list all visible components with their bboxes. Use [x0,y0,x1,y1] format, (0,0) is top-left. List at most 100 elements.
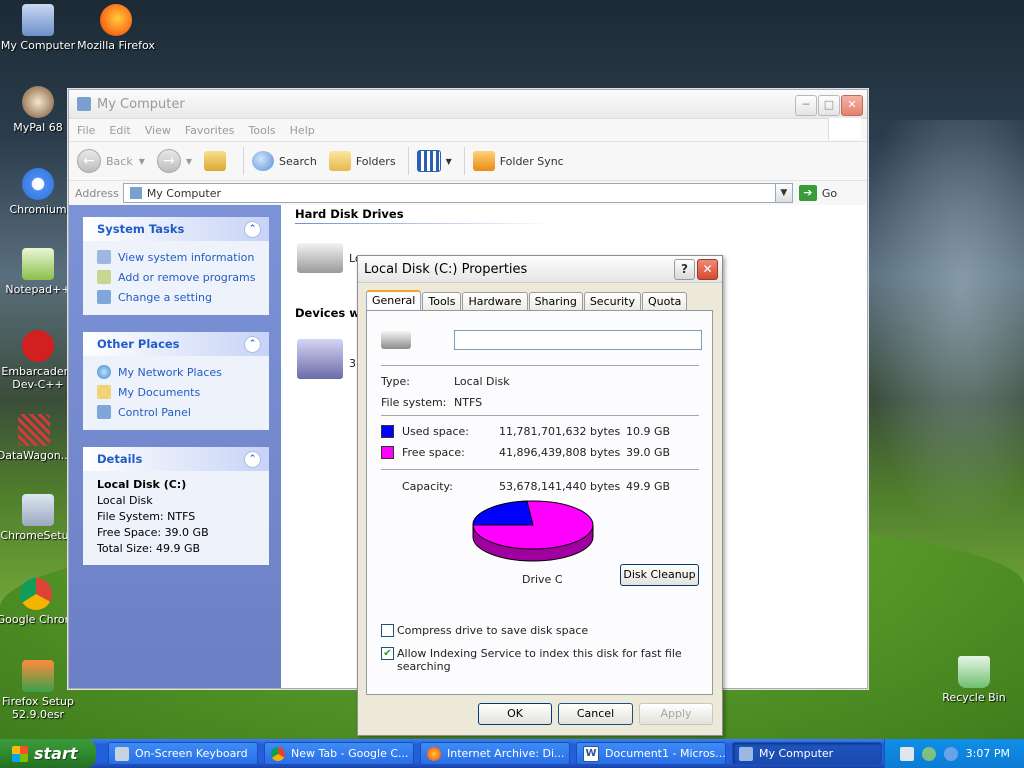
compress-label[interactable]: Compress drive to save disk space [397,624,588,637]
explorer-titlebar[interactable]: My Computer ─ □ ✕ [69,90,867,119]
link-view-system-information[interactable]: View system information [97,247,259,267]
other-places-header[interactable]: Other Places ⌃ [83,332,269,356]
disk-cleanup-button[interactable]: Disk Cleanup [620,564,699,586]
desktop-icon-firefox-setup[interactable]: Firefox Setup 52.9.0esr [0,660,78,721]
desktop-icon-google-chrome[interactable]: Google Chrom [0,578,76,626]
address-dropdown-button[interactable]: ▼ [774,183,793,203]
details-name: Local Disk (C:) [97,478,187,491]
panel-title: Details [97,452,143,466]
collapse-icon[interactable]: ⌃ [244,335,261,353]
go-button[interactable]: ➔ Go [798,185,838,201]
installer-icon [22,660,54,692]
folders-label: Folders [355,154,396,168]
link-control-panel[interactable]: Control Panel [97,402,259,422]
desktop-icon-recycle-bin[interactable]: Recycle Bin [934,656,1014,704]
search-button[interactable]: Search [252,151,317,171]
close-button[interactable]: ✕ [841,95,863,116]
task-label: On-Screen Keyboard [135,747,248,760]
details-header[interactable]: Details ⌃ [83,447,269,471]
minimize-button[interactable]: ─ [795,95,817,116]
menu-edit[interactable]: Edit [109,124,130,137]
toolbar-separator [243,147,245,175]
link-my-documents[interactable]: My Documents [97,382,259,402]
floppy-item-label[interactable]: 3 [349,357,356,370]
dialog-titlebar[interactable]: Local Disk (C:) Properties ? ✕ [358,256,722,283]
taskbar-item-onscreen-keyboard[interactable]: On-Screen Keyboard [108,742,258,765]
system-tasks-header[interactable]: System Tasks ⌃ [83,217,269,241]
apply-button[interactable]: Apply [639,703,713,725]
menu-favorites[interactable]: Favorites [185,124,235,137]
indexing-label[interactable]: Allow Indexing Service to index this dis… [397,647,712,673]
other-places-panel: Other Places ⌃ My Network Places My Docu… [83,332,269,430]
free-space-gb: 39.0 GB [626,446,671,459]
taskbar-item-my-computer[interactable]: My Computer [732,742,882,765]
back-label: Back [106,154,133,168]
floppy-drive-icon[interactable] [297,339,343,379]
taskbar-item-firefox[interactable]: Internet Archive: Di... [420,742,570,765]
devcpp-icon [22,330,54,362]
collapse-icon[interactable]: ⌃ [244,450,261,468]
hard-disk-icon[interactable] [297,243,343,273]
compress-checkbox[interactable] [381,624,394,637]
desktop-icon-chromesetup[interactable]: ChromeSetup [0,494,78,542]
type-label: Type: [381,375,410,388]
desktop-icon-label: Embarcadero Dev-C++ [1,365,75,391]
menu-tools[interactable]: Tools [249,124,276,137]
desktop-icon-devcpp[interactable]: Embarcadero Dev-C++ [0,330,78,391]
taskbar-item-word[interactable]: W Document1 - Micros... [576,742,726,765]
task-label: Document1 - Micros... [605,747,726,760]
drive-label: Drive C [522,573,563,586]
ok-button[interactable]: OK [478,703,552,725]
tab-general[interactable]: General [366,290,422,311]
desktop-icon-notepadpp[interactable]: Notepad++ [0,248,78,296]
menu-view[interactable]: View [145,124,171,137]
network-tray-icon[interactable] [921,746,936,761]
menu-help[interactable]: Help [290,124,315,137]
folder-sync-button[interactable]: Folder Sync [472,151,564,171]
divider [381,365,699,366]
disk-usage-pie-chart [472,500,594,562]
clock[interactable]: 3:07 PM [966,747,1010,760]
start-button[interactable]: start [0,739,96,768]
go-label: Go [821,186,838,200]
folders-button[interactable]: Folders [328,151,396,171]
volume-label-input[interactable] [454,330,702,350]
desktop-icon-my-computer[interactable]: My Computer [0,4,78,52]
maximize-button[interactable]: □ [818,95,840,116]
search-icon [252,151,275,171]
volume-tray-icon[interactable] [943,746,958,761]
firefox-icon [427,746,441,761]
cancel-button[interactable]: Cancel [558,703,633,725]
system-tray: 3:07 PM [884,739,1024,768]
up-folder-button[interactable] [204,151,231,171]
address-input[interactable]: My Computer ▼ [122,183,793,203]
toolbar-separator [407,147,409,175]
tab-quota[interactable]: Quota [641,292,688,310]
menu-bar: File Edit View Favorites Tools Help [69,118,867,142]
menu-file[interactable]: File [77,124,95,137]
dialog-close-button[interactable]: ✕ [697,259,718,280]
link-add-remove-programs[interactable]: Add or remove programs [97,267,259,287]
desktop-icon-mypal[interactable]: MyPal 68 [0,86,78,134]
collapse-icon[interactable]: ⌃ [244,220,261,238]
keyboard-tray-icon[interactable] [899,746,914,761]
help-button[interactable]: ? [674,259,695,280]
indexing-checkbox[interactable]: ✔ [381,647,394,660]
link-change-setting[interactable]: Change a setting [97,287,259,307]
system-info-icon [97,250,111,264]
desktop-icon-firefox[interactable]: Mozilla Firefox [76,4,156,52]
desktop-icon-chromium[interactable]: Chromium [0,168,78,216]
tab-tools[interactable]: Tools [422,292,462,310]
taskbar-item-chrome[interactable]: New Tab - Google C... [264,742,414,765]
back-button[interactable]: ← Back ▼ [77,149,145,173]
forward-button[interactable]: → ▼ [156,149,192,173]
link-my-network-places[interactable]: My Network Places [97,362,259,382]
desktop-icon-datawagon[interactable]: DataWagon... [0,414,74,462]
desktop-icon-label: Mozilla Firefox [77,39,155,52]
details-free-space: Free Space: 39.0 GB [97,526,209,539]
tab-hardware[interactable]: Hardware [462,292,528,310]
tab-sharing[interactable]: Sharing [528,292,583,310]
network-icon [97,365,111,379]
views-button[interactable]: ▼ [416,150,452,172]
tab-security[interactable]: Security [583,292,641,310]
